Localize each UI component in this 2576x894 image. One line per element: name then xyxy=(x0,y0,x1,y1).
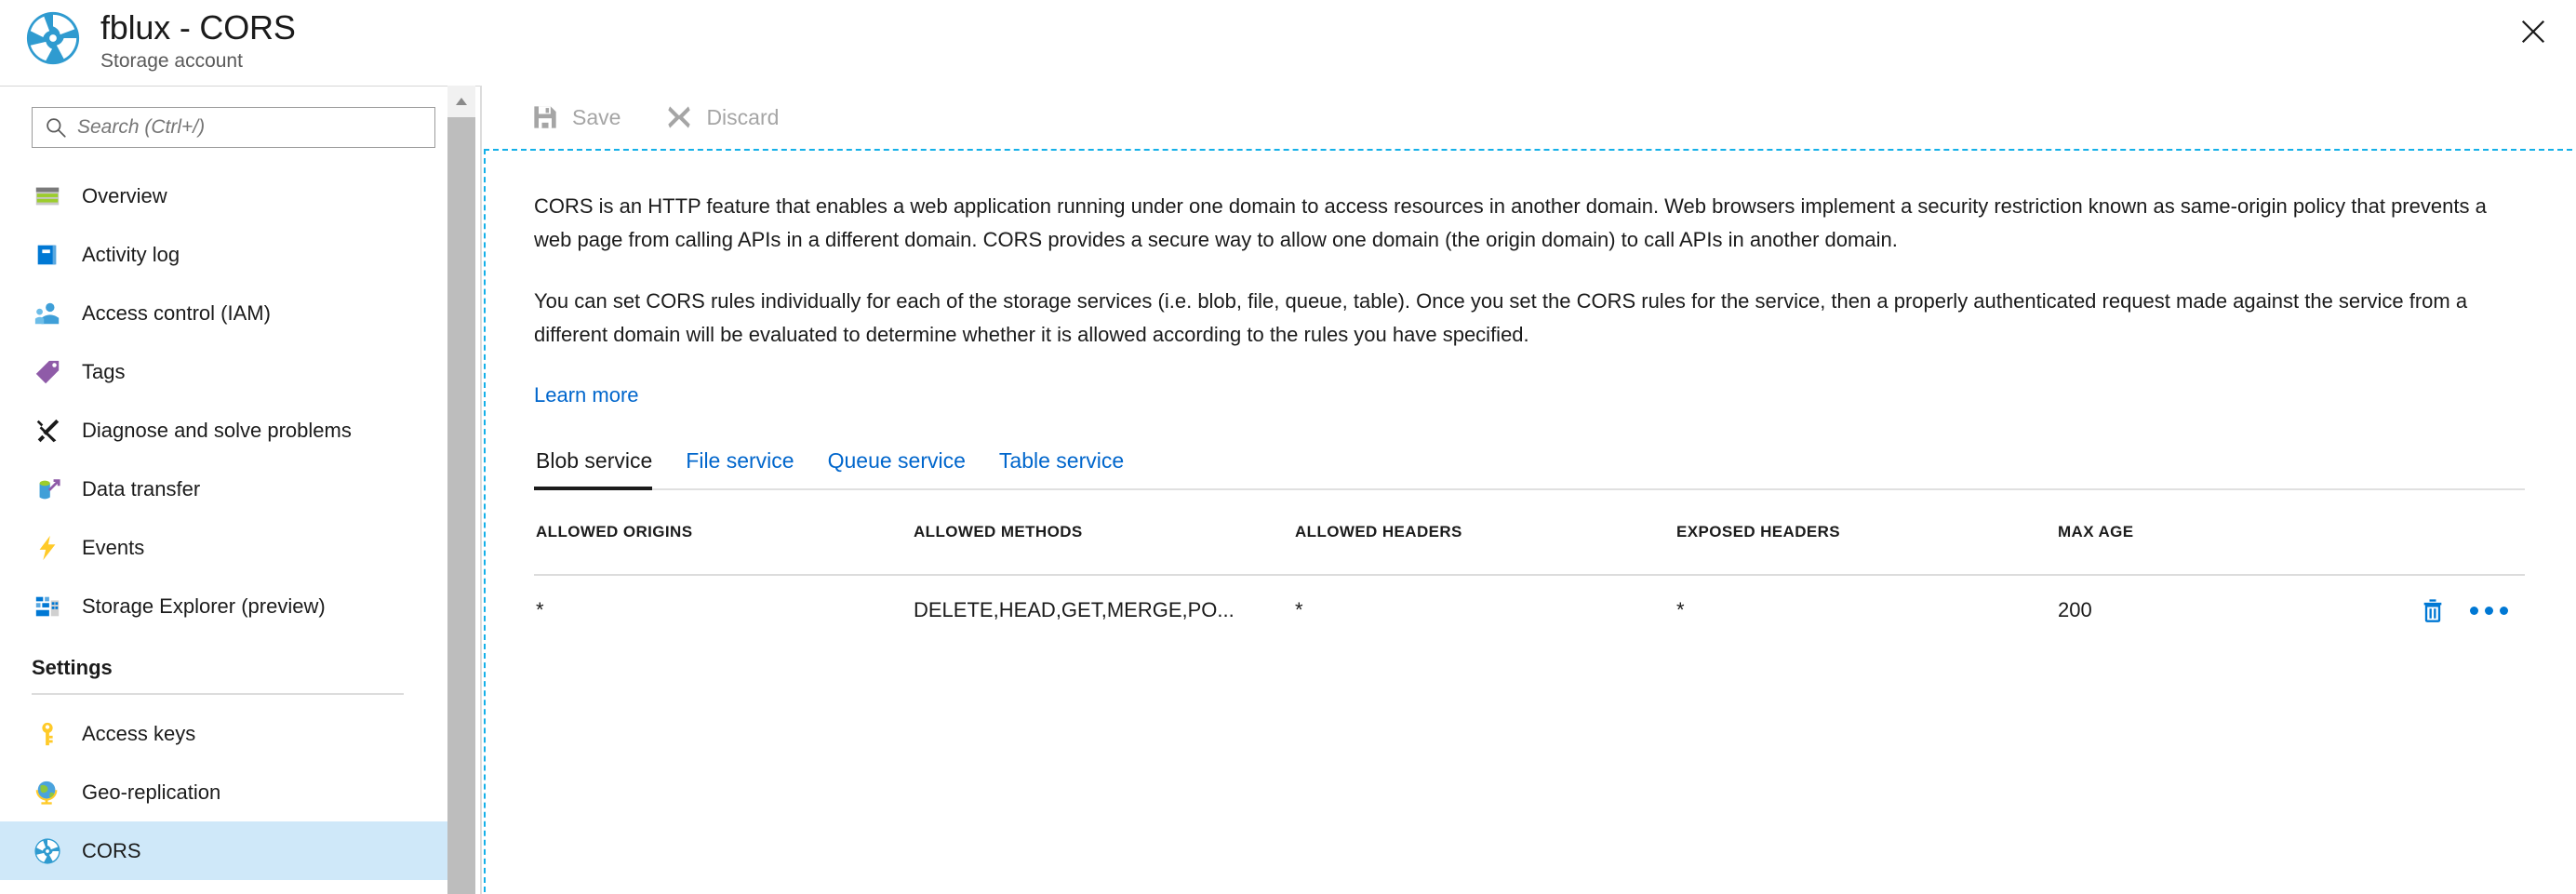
sidebar-item-label: Data transfer xyxy=(82,476,201,500)
main-pane: Save Discard CORS is an HTTP feature tha… xyxy=(482,86,2576,894)
sidebar-item-label: Tags xyxy=(82,359,126,383)
sidebar-item-label: CORS xyxy=(82,838,141,862)
save-label: Save xyxy=(572,104,621,129)
sidebar: « Overview xyxy=(0,86,482,894)
tab-queue-service[interactable]: Queue service xyxy=(811,448,982,488)
sidebar-section-title: Settings xyxy=(32,656,113,679)
column-header-exposed-headers: EXPOSED HEADERS xyxy=(1676,523,1841,540)
cell-max-age: 200 xyxy=(2058,598,2092,621)
command-toolbar: Save Discard xyxy=(482,86,2576,149)
page-title: fblux - CORS xyxy=(100,8,296,47)
azure-portal-blade: fblux - CORS Storage account « xyxy=(0,0,2576,894)
cors-icon xyxy=(32,835,63,867)
overview-icon xyxy=(32,180,63,212)
key-icon xyxy=(32,718,63,750)
trash-icon[interactable] xyxy=(2420,597,2446,623)
sidebar-item-tags[interactable]: Tags xyxy=(0,342,451,401)
cell-allowed-origins: * xyxy=(536,598,544,621)
content-focus-frame: CORS is an HTTP feature that enables a w… xyxy=(484,149,2572,892)
sidebar-section-divider xyxy=(32,693,404,695)
search-box[interactable] xyxy=(32,107,435,148)
cell-allowed-methods: DELETE,HEAD,GET,MERGE,PO... xyxy=(914,598,1235,621)
sidebar-item-activity-log[interactable]: Activity log xyxy=(0,225,451,284)
sidebar-item-label: Events xyxy=(82,535,145,559)
save-button[interactable]: Save xyxy=(531,93,621,141)
search-icon xyxy=(44,115,68,140)
service-tabs: Blob service File service Queue service … xyxy=(534,448,2525,490)
cell-exposed-headers: * xyxy=(1676,598,1685,621)
sidebar-item-overview[interactable]: Overview xyxy=(0,167,451,225)
sidebar-item-access-control[interactable]: Access control (IAM) xyxy=(0,284,451,342)
sidebar-item-diagnose[interactable]: Diagnose and solve problems xyxy=(0,401,451,460)
storage-account-icon xyxy=(24,9,82,67)
save-icon xyxy=(531,103,559,131)
sidebar-item-label: Access keys xyxy=(82,721,196,745)
sidebar-scrollbar-thumb[interactable] xyxy=(447,117,475,894)
diagnose-icon xyxy=(32,415,63,447)
blade-titlebar: fblux - CORS Storage account xyxy=(0,0,2576,86)
sidebar-item-access-keys[interactable]: Access keys xyxy=(0,704,451,763)
learn-more-link[interactable]: Learn more xyxy=(534,383,639,407)
cell-allowed-headers: * xyxy=(1295,598,1303,621)
sidebar-item-label: Geo-replication xyxy=(82,780,221,804)
cors-rules-table: ALLOWED ORIGINS ALLOWED METHODS ALLOWED … xyxy=(534,490,2525,645)
sidebar-item-label: Storage Explorer (preview) xyxy=(82,594,326,618)
ellipsis-icon[interactable] xyxy=(2470,606,2508,615)
sidebar-item-label: Activity log xyxy=(82,242,180,266)
tab-table-service[interactable]: Table service xyxy=(982,448,1141,488)
column-header-allowed-origins: ALLOWED ORIGINS xyxy=(536,523,693,540)
cors-description-paragraph-2: You can set CORS rules individually for … xyxy=(534,289,2468,346)
sidebar-item-data-transfer[interactable]: Data transfer xyxy=(0,460,451,518)
column-header-max-age: MAX AGE xyxy=(2058,523,2134,540)
sidebar-item-events[interactable]: Events xyxy=(0,518,451,577)
tags-icon xyxy=(32,356,63,388)
tab-blob-service[interactable]: Blob service xyxy=(534,448,669,490)
sidebar-item-geo-replication[interactable]: Geo-replication xyxy=(0,763,451,821)
sidebar-item-cors[interactable]: CORS xyxy=(0,821,451,880)
cors-description-paragraph-1: CORS is an HTTP feature that enables a w… xyxy=(534,194,2487,251)
table-row[interactable]: * DELETE,HEAD,GET,MERGE,PO... * * 200 xyxy=(534,576,2525,645)
content-body: CORS is an HTTP feature that enables a w… xyxy=(486,151,2572,645)
discard-label: Discard xyxy=(706,104,780,129)
activity-log-icon xyxy=(32,239,63,271)
events-icon xyxy=(32,532,63,564)
row-actions xyxy=(2420,597,2508,623)
sidebar-section-settings: Settings xyxy=(0,656,456,695)
ellipsis-dot xyxy=(2485,606,2493,615)
sidebar-item-storage-explorer[interactable]: Storage Explorer (preview) xyxy=(0,577,451,635)
column-header-allowed-headers: ALLOWED HEADERS xyxy=(1295,523,1462,540)
ellipsis-dot xyxy=(2500,606,2508,615)
scroll-up-arrow-icon[interactable] xyxy=(447,86,475,117)
blade-title-block: fblux - CORS Storage account xyxy=(100,7,296,73)
sidebar-nav: Overview Activity log Access control (IA… xyxy=(0,167,456,880)
access-control-icon xyxy=(32,298,63,329)
close-icon[interactable] xyxy=(2507,6,2559,58)
sidebar-item-label: Access control (IAM) xyxy=(82,300,271,325)
table-header-row: ALLOWED ORIGINS ALLOWED METHODS ALLOWED … xyxy=(534,490,2525,576)
column-header-allowed-methods: ALLOWED METHODS xyxy=(914,523,1083,540)
sidebar-search-row xyxy=(32,107,435,148)
page-subtitle: Storage account xyxy=(100,50,243,72)
data-transfer-icon xyxy=(32,474,63,505)
sidebar-item-label: Overview xyxy=(82,183,167,207)
storage-explorer-icon xyxy=(32,591,63,622)
search-input[interactable] xyxy=(75,115,420,140)
discard-button[interactable]: Discard xyxy=(665,93,779,141)
sidebar-item-label: Diagnose and solve problems xyxy=(82,418,352,442)
tab-file-service[interactable]: File service xyxy=(669,448,810,488)
discard-icon xyxy=(665,103,693,131)
ellipsis-dot xyxy=(2470,606,2478,615)
globe-icon xyxy=(32,777,63,808)
